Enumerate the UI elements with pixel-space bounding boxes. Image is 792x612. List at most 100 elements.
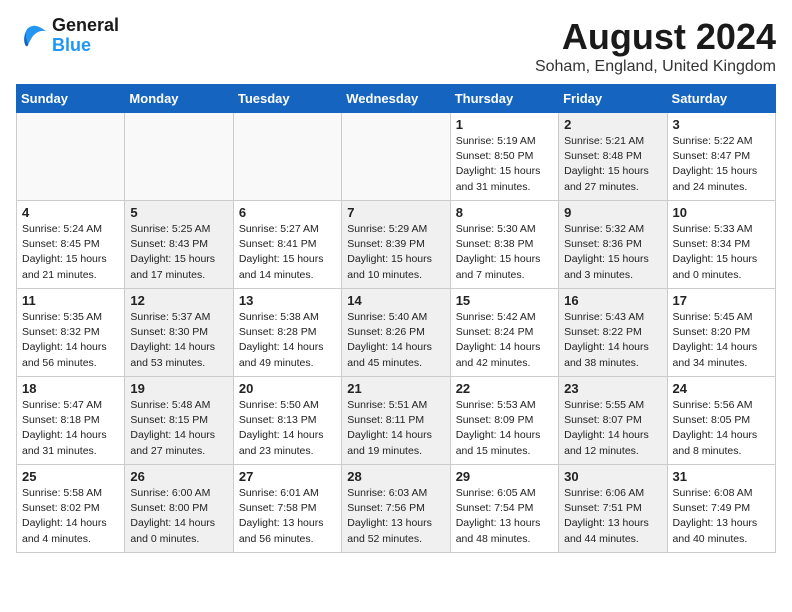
day-number: 31 [673,469,770,484]
calendar-cell: 8Sunrise: 5:30 AM Sunset: 8:38 PM Daylig… [450,201,558,289]
day-info: Sunrise: 5:43 AM Sunset: 8:22 PM Dayligh… [564,310,661,371]
logo: General Blue [16,16,119,56]
day-info: Sunrise: 5:29 AM Sunset: 8:39 PM Dayligh… [347,222,444,283]
day-number: 14 [347,293,444,308]
day-number: 28 [347,469,444,484]
day-number: 25 [22,469,119,484]
weekday-header-monday: Monday [125,85,233,113]
day-number: 1 [456,117,553,132]
day-info: Sunrise: 5:50 AM Sunset: 8:13 PM Dayligh… [239,398,336,459]
day-info: Sunrise: 5:19 AM Sunset: 8:50 PM Dayligh… [456,134,553,195]
calendar-cell: 17Sunrise: 5:45 AM Sunset: 8:20 PM Dayli… [667,289,775,377]
calendar-cell: 29Sunrise: 6:05 AM Sunset: 7:54 PM Dayli… [450,465,558,553]
calendar-cell: 20 Sunrise: 5:50 AM Sunset: 8:13 PM Dayli… [233,377,341,465]
calendar-week-1: 1 Sunrise: 5:19 AM Sunset: 8:50 PM Daylig… [17,113,776,201]
day-number: 3 [673,117,770,132]
day-info: Sunrise: 6:08 AM Sunset: 7:49 PM Dayligh… [673,486,770,547]
day-number: 12 [130,293,227,308]
calendar-cell: 1 Sunrise: 5:19 AM Sunset: 8:50 PM Daylig… [450,113,558,201]
calendar-cell: 24 Sunrise: 5:56 AM Sunset: 8:05 PM Dayli… [667,377,775,465]
calendar-cell: 22 Sunrise: 5:53 AM Sunset: 8:09 PM Dayli… [450,377,558,465]
day-info: Sunrise: 6:06 AM Sunset: 7:51 PM Dayligh… [564,486,661,547]
day-info: Sunrise: 5:32 AM Sunset: 8:36 PM Dayligh… [564,222,661,283]
day-info: Sunrise: 5:47 AM Sunset: 8:18 PM Dayligh… [22,398,119,459]
day-info: Sunrise: 5:37 AM Sunset: 8:30 PM Dayligh… [130,310,227,371]
day-number: 7 [347,205,444,220]
day-number: 2 [564,117,661,132]
calendar-week-2: 4 Sunrise: 5:24 AM Sunset: 8:45 PM Daylig… [17,201,776,289]
day-number: 4 [22,205,119,220]
day-number: 20 [239,381,336,396]
day-info: Sunrise: 5:33 AM Sunset: 8:34 PM Dayligh… [673,222,770,283]
calendar-week-4: 18 Sunrise: 5:47 AM Sunset: 8:18 PM Dayli… [17,377,776,465]
day-number: 9 [564,205,661,220]
day-number: 30 [564,469,661,484]
day-number: 27 [239,469,336,484]
calendar-cell: 4 Sunrise: 5:24 AM Sunset: 8:45 PM Daylig… [17,201,125,289]
day-info: Sunrise: 6:00 AM Sunset: 8:00 PM Dayligh… [130,486,227,547]
calendar-cell: 7 Sunrise: 5:29 AM Sunset: 8:39 PM Daylig… [342,201,450,289]
day-number: 10 [673,205,770,220]
calendar-table: SundayMondayTuesdayWednesdayThursdayFrid… [16,84,776,553]
day-info: Sunrise: 5:22 AM Sunset: 8:47 PM Dayligh… [673,134,770,195]
day-info: Sunrise: 5:24 AM Sunset: 8:45 PM Dayligh… [22,222,119,283]
calendar-cell: 16Sunrise: 5:43 AM Sunset: 8:22 PM Dayli… [559,289,667,377]
weekday-header-tuesday: Tuesday [233,85,341,113]
day-number: 22 [456,381,553,396]
day-number: 23 [564,381,661,396]
calendar-week-3: 11 Sunrise: 5:35 AM Sunset: 8:32 PM Dayli… [17,289,776,377]
day-info: Sunrise: 5:21 AM Sunset: 8:48 PM Dayligh… [564,134,661,195]
calendar-cell: 6 Sunrise: 5:27 AM Sunset: 8:41 PM Daylig… [233,201,341,289]
weekday-header-row: SundayMondayTuesdayWednesdayThursdayFrid… [17,85,776,113]
calendar-cell: 19 Sunrise: 5:48 AM Sunset: 8:15 PM Dayli… [125,377,233,465]
calendar-cell: 30 Sunrise: 6:06 AM Sunset: 7:51 PM Dayli… [559,465,667,553]
day-info: Sunrise: 5:56 AM Sunset: 8:05 PM Dayligh… [673,398,770,459]
day-info: Sunrise: 5:25 AM Sunset: 8:43 PM Dayligh… [130,222,227,283]
day-number: 26 [130,469,227,484]
calendar-cell: 15 Sunrise: 5:42 AM Sunset: 8:24 PM Dayli… [450,289,558,377]
calendar-cell: 12 Sunrise: 5:37 AM Sunset: 8:30 PM Dayli… [125,289,233,377]
weekday-header-thursday: Thursday [450,85,558,113]
day-info: Sunrise: 5:27 AM Sunset: 8:41 PM Dayligh… [239,222,336,283]
day-info: Sunrise: 6:03 AM Sunset: 7:56 PM Dayligh… [347,486,444,547]
calendar-cell: 23Sunrise: 5:55 AM Sunset: 8:07 PM Dayli… [559,377,667,465]
location-subtitle: Soham, England, United Kingdom [535,58,776,76]
weekday-header-sunday: Sunday [17,85,125,113]
day-number: 24 [673,381,770,396]
calendar-cell: 21 Sunrise: 5:51 AM Sunset: 8:11 PM Dayli… [342,377,450,465]
page-header: General Blue August 2024 Soham, England,… [16,16,776,76]
weekday-header-friday: Friday [559,85,667,113]
day-number: 21 [347,381,444,396]
calendar-cell [125,113,233,201]
day-number: 15 [456,293,553,308]
calendar-week-5: 25Sunrise: 5:58 AM Sunset: 8:02 PM Dayli… [17,465,776,553]
calendar-cell: 3 Sunrise: 5:22 AM Sunset: 8:47 PM Daylig… [667,113,775,201]
day-number: 18 [22,381,119,396]
logo-bird-icon [16,22,48,50]
weekday-header-wednesday: Wednesday [342,85,450,113]
weekday-header-saturday: Saturday [667,85,775,113]
calendar-cell: 27Sunrise: 6:01 AM Sunset: 7:58 PM Dayli… [233,465,341,553]
calendar-cell: 2 Sunrise: 5:21 AM Sunset: 8:48 PM Daylig… [559,113,667,201]
calendar-cell: 14 Sunrise: 5:40 AM Sunset: 8:26 PM Dayli… [342,289,450,377]
day-info: Sunrise: 5:48 AM Sunset: 8:15 PM Dayligh… [130,398,227,459]
day-info: Sunrise: 5:30 AM Sunset: 8:38 PM Dayligh… [456,222,553,283]
calendar-cell: 9 Sunrise: 5:32 AM Sunset: 8:36 PM Daylig… [559,201,667,289]
day-info: Sunrise: 5:38 AM Sunset: 8:28 PM Dayligh… [239,310,336,371]
day-number: 13 [239,293,336,308]
calendar-cell: 10 Sunrise: 5:33 AM Sunset: 8:34 PM Dayli… [667,201,775,289]
day-info: Sunrise: 5:42 AM Sunset: 8:24 PM Dayligh… [456,310,553,371]
calendar-cell [233,113,341,201]
day-number: 6 [239,205,336,220]
day-info: Sunrise: 5:53 AM Sunset: 8:09 PM Dayligh… [456,398,553,459]
day-number: 11 [22,293,119,308]
calendar-cell [17,113,125,201]
calendar-cell: 5 Sunrise: 5:25 AM Sunset: 8:43 PM Daylig… [125,201,233,289]
day-number: 5 [130,205,227,220]
day-info: Sunrise: 5:40 AM Sunset: 8:26 PM Dayligh… [347,310,444,371]
calendar-cell: 11 Sunrise: 5:35 AM Sunset: 8:32 PM Dayli… [17,289,125,377]
day-info: Sunrise: 5:51 AM Sunset: 8:11 PM Dayligh… [347,398,444,459]
calendar-cell: 18 Sunrise: 5:47 AM Sunset: 8:18 PM Dayli… [17,377,125,465]
day-number: 19 [130,381,227,396]
day-info: Sunrise: 5:35 AM Sunset: 8:32 PM Dayligh… [22,310,119,371]
